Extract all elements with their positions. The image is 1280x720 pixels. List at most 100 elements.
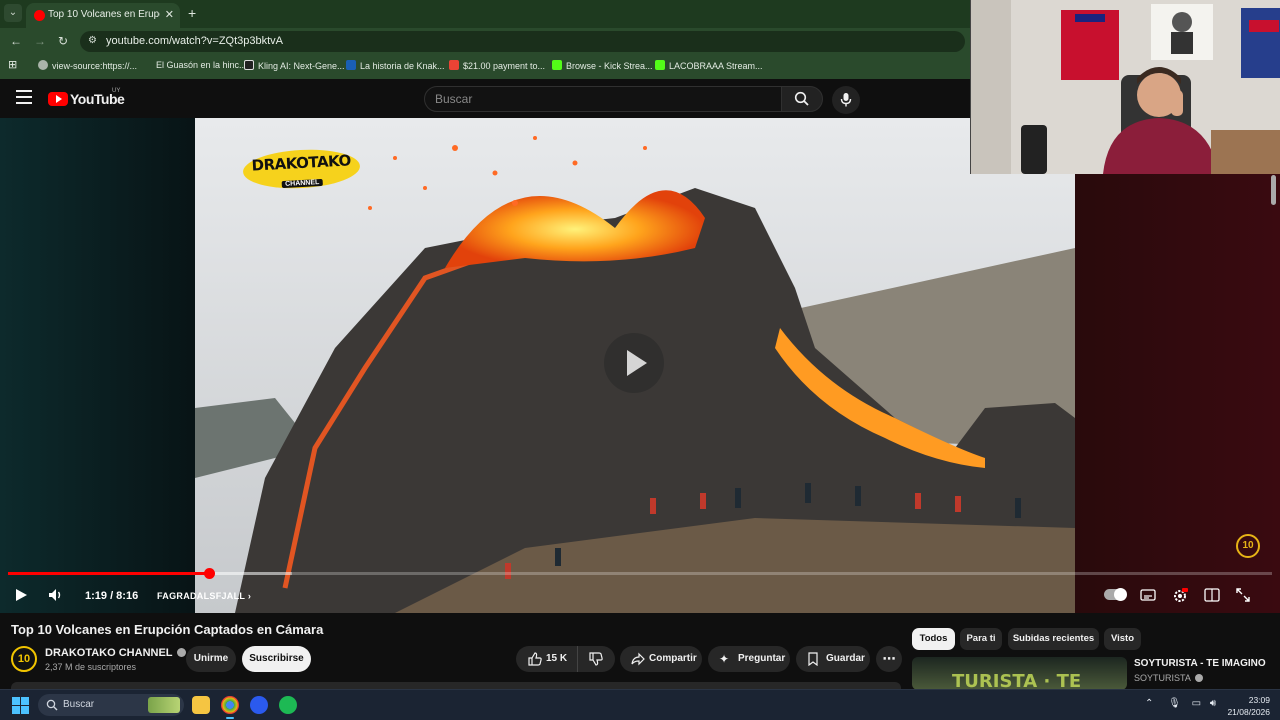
news-site-icon xyxy=(346,60,356,70)
recommended-video-thumbnail[interactable]: TURISTA · TE xyxy=(912,657,1127,690)
chip-recent-uploads[interactable]: Subidas recientes xyxy=(1008,628,1099,650)
system-tray: ⌃ 🎙︎ ▭ 🔊︎ xyxy=(1145,698,1216,709)
tab-search-dropdown-icon[interactable]: ⌄ xyxy=(4,4,22,22)
chrome-icon[interactable] xyxy=(221,696,239,714)
bookmark-item[interactable]: Kling AI: Next-Gene... xyxy=(244,60,345,71)
tab-close-icon[interactable]: ✕ xyxy=(165,8,174,21)
browser-tab-active[interactable]: Top 10 Volcanes en Erupción Ca ✕ xyxy=(26,3,180,28)
center-play-button[interactable] xyxy=(604,333,664,393)
network-icon[interactable]: ▭ xyxy=(1192,698,1201,709)
toggle-icon xyxy=(1104,588,1127,601)
settings-button[interactable] xyxy=(1172,588,1188,607)
share-icon xyxy=(631,652,645,666)
address-bar[interactable]: ⚙ youtube.com/watch?v=ZQt3p3bktvA xyxy=(80,31,965,52)
player-controls: 1:19 / 8:16 FAGRADALSFJALL › xyxy=(0,580,1280,613)
gear-icon xyxy=(1174,588,1188,602)
search-icon xyxy=(46,699,58,711)
join-button[interactable]: Unirme xyxy=(186,646,236,672)
verified-check-icon xyxy=(176,648,186,657)
video-player[interactable]: DRAKOTAKO CHANNEL 10 1:19 / 8:16 FAGRADA… xyxy=(0,118,1280,613)
reload-icon[interactable]: ↻ xyxy=(58,34,68,48)
dislike-button[interactable] xyxy=(578,646,615,672)
search-button[interactable] xyxy=(781,86,823,112)
volume-icon[interactable]: 🔊︎ xyxy=(1210,698,1216,709)
taskbar-active-indicator xyxy=(226,717,234,719)
recommended-video-channel[interactable]: SOYTURISTA xyxy=(1134,673,1203,683)
like-button[interactable]: 15 K xyxy=(516,646,578,672)
like-dislike-group: 15 K xyxy=(516,646,615,672)
subscribe-button[interactable]: Suscribirse xyxy=(242,646,311,672)
back-arrow-icon[interactable]: ← xyxy=(10,34,22,48)
more-horizontal-icon: ⋯ xyxy=(882,651,896,666)
share-button[interactable]: Compartir xyxy=(620,646,702,672)
windows-start-icon[interactable] xyxy=(12,697,29,714)
hamburger-menu-icon[interactable] xyxy=(16,90,32,104)
bookmark-item[interactable]: LACOBRAAA Stream... xyxy=(655,60,763,71)
volume-icon xyxy=(49,589,61,601)
ea-app-icon[interactable] xyxy=(250,696,268,714)
subtitles-button[interactable] xyxy=(1140,588,1156,605)
play-icon xyxy=(627,350,647,376)
windows-taskbar: Buscar ⌃ 🎙︎ ▭ 🔊︎ 23:09 21/08/2026 xyxy=(0,689,1280,720)
ask-button[interactable]: ✦ Preguntar xyxy=(708,646,790,672)
chip-all[interactable]: Todos xyxy=(912,628,955,650)
search-box[interactable]: Buscar xyxy=(424,86,782,112)
apps-grid-icon[interactable]: ⊞ xyxy=(8,58,17,71)
site-info-icon[interactable]: ⚙ xyxy=(88,35,97,46)
chip-watched[interactable]: Visto xyxy=(1104,628,1141,650)
search-input[interactable]: Buscar xyxy=(435,92,472,106)
voice-search-button[interactable] xyxy=(832,86,860,114)
microphone-icon[interactable]: 🎙︎ xyxy=(1168,698,1181,709)
subscriber-count: 2,37 M de suscriptores xyxy=(45,662,137,672)
play-icon xyxy=(16,589,27,601)
page-scrollbar[interactable] xyxy=(1271,175,1276,205)
spotify-icon[interactable] xyxy=(279,696,297,714)
svg-text:TURISTA · TE: TURISTA · TE xyxy=(952,671,1081,690)
chip-for-you[interactable]: Para ti xyxy=(960,628,1002,650)
url-text: youtube.com/watch?v=ZQt3p3bktvA xyxy=(106,35,284,47)
system-clock[interactable]: 23:09 21/08/2026 xyxy=(1222,694,1270,718)
recommended-video-title[interactable]: SOYTURISTA - TE IMAGINO xyxy=(1134,658,1266,669)
new-tab-button[interactable]: + xyxy=(188,5,196,21)
bookmark-save-icon xyxy=(808,652,818,666)
kling-icon xyxy=(244,60,254,70)
chevron-right-icon: › xyxy=(247,591,252,601)
bookmark-item[interactable]: La historia de Knak... xyxy=(346,60,445,71)
taskbar-search-box[interactable]: Buscar xyxy=(38,694,184,716)
forward-arrow-icon[interactable]: → xyxy=(34,34,46,48)
youtube-favicon-icon xyxy=(34,10,45,21)
channel-avatar[interactable]: 10 xyxy=(11,646,37,672)
bookmark-item[interactable]: El Guasón en la hinc... xyxy=(156,60,247,70)
country-code: UY xyxy=(112,88,121,94)
bookmark-item[interactable]: Browse - Kick Strea... xyxy=(552,60,653,71)
sparkle-icon: ✦ xyxy=(719,652,730,666)
search-icon xyxy=(794,91,809,106)
more-actions-button[interactable]: ⋯ xyxy=(876,646,902,672)
save-button[interactable]: Guardar xyxy=(796,646,870,672)
progress-scrubber-handle[interactable] xyxy=(203,568,215,579)
miniplayer-button[interactable] xyxy=(1204,588,1220,605)
youtube-play-logo-icon xyxy=(48,91,68,106)
miniplayer-icon xyxy=(1204,588,1220,602)
progress-bar[interactable] xyxy=(8,568,1272,579)
chapter-title[interactable]: FAGRADALSFJALL › xyxy=(157,591,251,601)
globe-icon xyxy=(38,60,48,70)
tray-chevron-up-icon[interactable]: ⌃ xyxy=(1145,698,1153,709)
thumbnail-image: TURISTA · TE xyxy=(952,671,1081,690)
autoplay-toggle[interactable] xyxy=(1104,588,1127,601)
fullscreen-button[interactable] xyxy=(1236,588,1250,605)
bookmark-item[interactable]: view-source:https://... xyxy=(38,60,137,71)
bookmark-item[interactable]: $21.00 payment to... xyxy=(449,60,545,71)
fullscreen-icon xyxy=(1236,588,1250,602)
channel-name[interactable]: DRAKOTAKO CHANNEL xyxy=(45,647,186,659)
file-explorer-icon[interactable] xyxy=(192,696,210,714)
play-button[interactable] xyxy=(14,588,28,605)
verified-check-icon xyxy=(1194,674,1203,682)
closed-captions-icon xyxy=(1140,589,1156,601)
volume-button[interactable] xyxy=(48,588,64,605)
video-frame[interactable]: DRAKOTAKO CHANNEL xyxy=(195,118,1075,613)
microphone-icon xyxy=(840,93,852,107)
thumbs-up-icon xyxy=(528,652,542,666)
search-highlight-icon xyxy=(148,697,180,713)
gmail-icon xyxy=(449,60,459,70)
